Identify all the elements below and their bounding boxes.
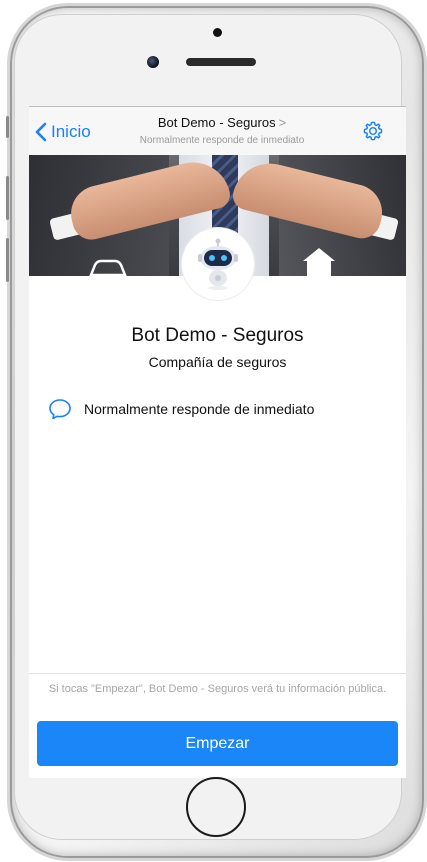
- proximity-sensor: [213, 28, 222, 37]
- earpiece-speaker: [186, 58, 256, 66]
- front-camera: [147, 56, 159, 68]
- house-icon: [303, 248, 335, 276]
- car-icon: [89, 259, 127, 276]
- chevron-right-icon: >: [278, 115, 287, 130]
- response-time-text: Normalmente responde de inmediato: [84, 401, 315, 417]
- footer: Si tocas "Empezar", Bot Demo - Seguros v…: [29, 673, 406, 778]
- start-button[interactable]: Empezar: [37, 721, 398, 766]
- bot-name: Bot Demo - Seguros: [131, 325, 304, 346]
- bot-category: Compañía de seguros: [148, 354, 287, 370]
- screen: Inicio Bot Demo - Seguros > Normalmente r…: [29, 106, 406, 673]
- home-button[interactable]: [186, 777, 246, 837]
- nav-title-area[interactable]: Bot Demo - Seguros > Normalmente responde…: [109, 114, 335, 146]
- back-button[interactable]: Inicio: [35, 121, 91, 143]
- volume-up-button: [6, 176, 9, 220]
- volume-down-button: [6, 238, 9, 282]
- navigation-bar: Inicio Bot Demo - Seguros > Normalmente r…: [29, 106, 406, 156]
- response-time-row: Normalmente responde de inmediato: [48, 398, 314, 420]
- nav-subtitle: Normalmente responde de inmediato: [139, 135, 305, 146]
- robot-icon: [198, 238, 238, 290]
- privacy-disclaimer: Si tocas "Empezar", Bot Demo - Seguros v…: [48, 683, 387, 695]
- avatar: [182, 228, 254, 300]
- nav-title: Bot Demo - Seguros: [157, 115, 276, 130]
- mute-switch: [6, 116, 9, 138]
- back-label: Inicio: [51, 122, 91, 141]
- chevron-left-icon: [35, 122, 47, 142]
- chat-bubble-icon: [49, 399, 71, 420]
- gear-icon[interactable]: [362, 120, 384, 142]
